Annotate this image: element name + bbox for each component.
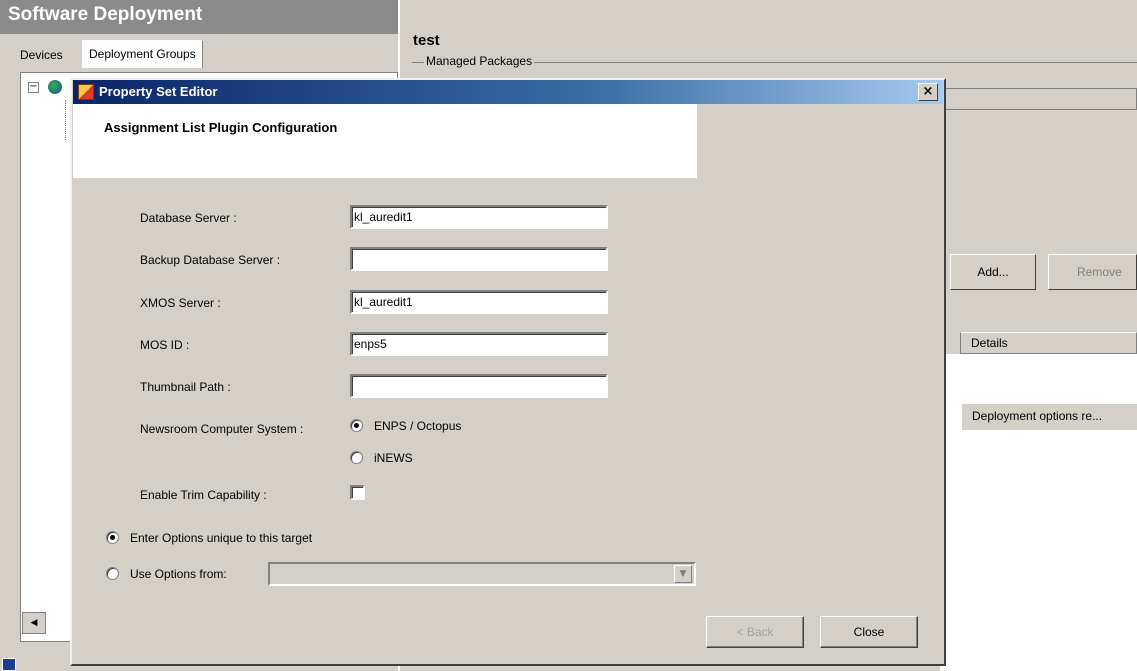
close-button[interactable]: Close [820,616,918,648]
tab-devices[interactable]: Devices [14,42,69,68]
add-package-button[interactable]: Add... [950,254,1036,290]
app-title: Software Deployment [8,4,203,25]
mos-id-input[interactable]: enps5 [350,332,608,356]
backup-database-server-label: Backup Database Server : [140,253,281,267]
newsroom-system-label: Newsroom Computer System : [140,422,304,436]
inews-option-label[interactable]: iNEWS [374,451,413,465]
enable-trim-label: Enable Trim Capability : [140,488,267,502]
window-icon [2,658,16,671]
tree-connector [65,100,66,140]
enps-radio[interactable] [350,419,363,432]
back-button[interactable]: < Back [706,616,804,648]
backup-database-server-input[interactable] [350,247,608,271]
thumbnail-path-input[interactable] [350,374,608,398]
details-list[interactable] [940,354,1137,671]
globe-icon [48,80,62,94]
unique-options-radio[interactable] [106,531,119,544]
unique-options-label[interactable]: Enter Options unique to this target [130,531,312,545]
group-title: test [413,32,440,49]
xmos-server-label: XMOS Server : [140,296,221,310]
tree-collapse-icon[interactable]: − [28,82,39,93]
app-icon [78,84,94,100]
banner-title: Assignment List Plugin Configuration [104,120,338,135]
remove-package-button[interactable]: Remove [1048,254,1137,290]
scroll-left-arrow[interactable]: ◀ [22,612,46,634]
dialog-banner [73,104,697,178]
use-options-from-radio[interactable] [106,567,119,580]
use-options-from-label[interactable]: Use Options from: [130,567,227,581]
close-icon[interactable]: × [918,83,938,101]
inews-radio[interactable] [350,451,363,464]
tab-deployment-groups[interactable]: Deployment Groups [82,40,203,68]
packages-list-header [940,88,1137,110]
database-server-label: Database Server : [140,211,237,225]
xmos-server-input[interactable]: kl_auredit1 [350,290,608,314]
dialog-title: Property Set Editor [99,84,218,99]
thumbnail-path-label: Thumbnail Path : [140,380,231,394]
details-column-header[interactable]: Details [960,332,1137,354]
database-server-input[interactable]: kl_auredit1 [350,205,608,229]
chevron-down-icon[interactable]: ▼ [674,565,692,583]
use-options-from-select[interactable] [268,562,696,586]
enps-option-label[interactable]: ENPS / Octopus [374,419,461,433]
enable-trim-checkbox[interactable] [350,485,365,500]
deployment-options-row[interactable]: Deployment options re... [962,404,1137,430]
managed-packages-label: Managed Packages [424,54,535,68]
mos-id-label: MOS ID : [140,338,190,352]
